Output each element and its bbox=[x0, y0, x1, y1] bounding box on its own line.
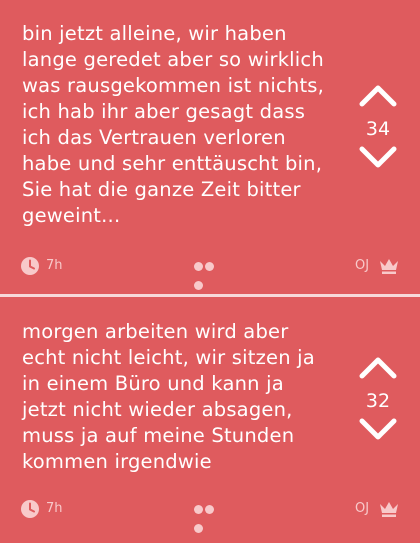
more-dots-icon bbox=[194, 262, 203, 271]
post-meta: 7h OJ bbox=[0, 497, 420, 533]
crown-icon bbox=[380, 259, 398, 274]
vote-control: 32 bbox=[354, 354, 402, 448]
post-card[interactable]: bin jetzt alleine, wir haben lange gered… bbox=[0, 0, 420, 296]
chevron-up-icon bbox=[359, 357, 397, 379]
upvote-button[interactable] bbox=[354, 354, 402, 386]
more-options-button[interactable] bbox=[194, 262, 226, 290]
author-label: OJ bbox=[355, 501, 370, 516]
clock-icon bbox=[21, 257, 39, 275]
post-meta: 7h OJ bbox=[0, 254, 420, 290]
post-text: morgen arbeiten wird aber echt nicht lei… bbox=[22, 320, 315, 473]
post-card[interactable]: morgen arbeiten wird aber echt nicht lei… bbox=[0, 296, 420, 541]
crown-icon bbox=[380, 502, 398, 517]
chevron-down-icon bbox=[359, 418, 397, 440]
post-time: 7h bbox=[46, 258, 63, 273]
vote-count: 34 bbox=[365, 118, 391, 140]
vote-control: 34 bbox=[354, 82, 402, 176]
chevron-up-icon bbox=[359, 85, 397, 107]
downvote-button[interactable] bbox=[354, 416, 402, 448]
clock-icon bbox=[21, 500, 39, 518]
chevron-down-icon bbox=[359, 146, 397, 168]
upvote-button[interactable] bbox=[354, 82, 402, 114]
author-label: OJ bbox=[355, 258, 370, 273]
more-options-button[interactable] bbox=[194, 505, 226, 533]
more-dots-icon bbox=[194, 505, 203, 514]
downvote-button[interactable] bbox=[354, 144, 402, 176]
post-text: bin jetzt alleine, wir haben lange gered… bbox=[22, 22, 325, 227]
post-time: 7h bbox=[46, 501, 63, 516]
vote-count: 32 bbox=[365, 390, 391, 412]
